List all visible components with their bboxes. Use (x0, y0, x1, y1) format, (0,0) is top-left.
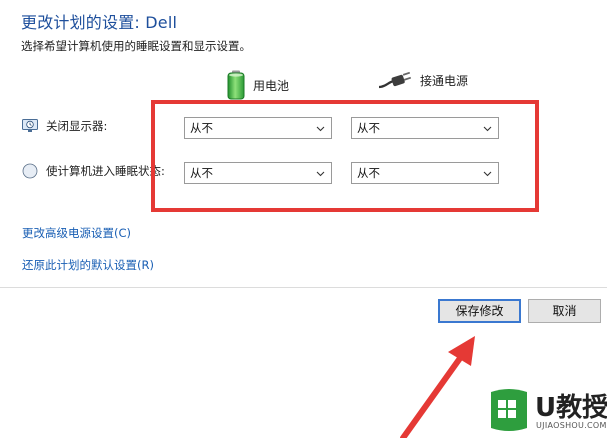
moon-icon (22, 163, 38, 179)
advanced-power-settings-link[interactable]: 更改高级电源设置(C) (22, 225, 131, 241)
cancel-button[interactable]: 取消 (528, 299, 601, 323)
battery-icon (227, 70, 245, 100)
column-label-plugged-in: 接通电源 (420, 73, 469, 88)
row-label-turn-off-display-text: 关闭显示器: (46, 119, 108, 133)
restore-defaults-link[interactable]: 还原此计划的默认设置(R) (22, 257, 154, 273)
page-title: 更改计划的设置: Dell (21, 13, 178, 32)
red-highlight-box (151, 100, 539, 212)
red-arrow-annotation (400, 336, 475, 438)
column-header-plugged-in: 接通电源 (378, 70, 468, 90)
column-header-battery: 用电池 (227, 70, 289, 100)
column-label-battery: 用电池 (253, 78, 290, 93)
watermark-logo-text: U教授 (535, 393, 607, 423)
row-label-sleep-text: 使计算机进入睡眠状态: (46, 164, 165, 178)
power-plug-icon (378, 71, 412, 89)
divider (0, 287, 607, 288)
row-label-turn-off-display: 关闭显示器: (22, 118, 107, 134)
watermark-url: UJIAOSHOU.COM (536, 421, 607, 430)
display-clock-icon (22, 119, 38, 132)
page-subtitle: 选择希望计算机使用的睡眠设置和显示设置。 (21, 39, 251, 53)
row-label-sleep: 使计算机进入睡眠状态: (22, 163, 165, 179)
